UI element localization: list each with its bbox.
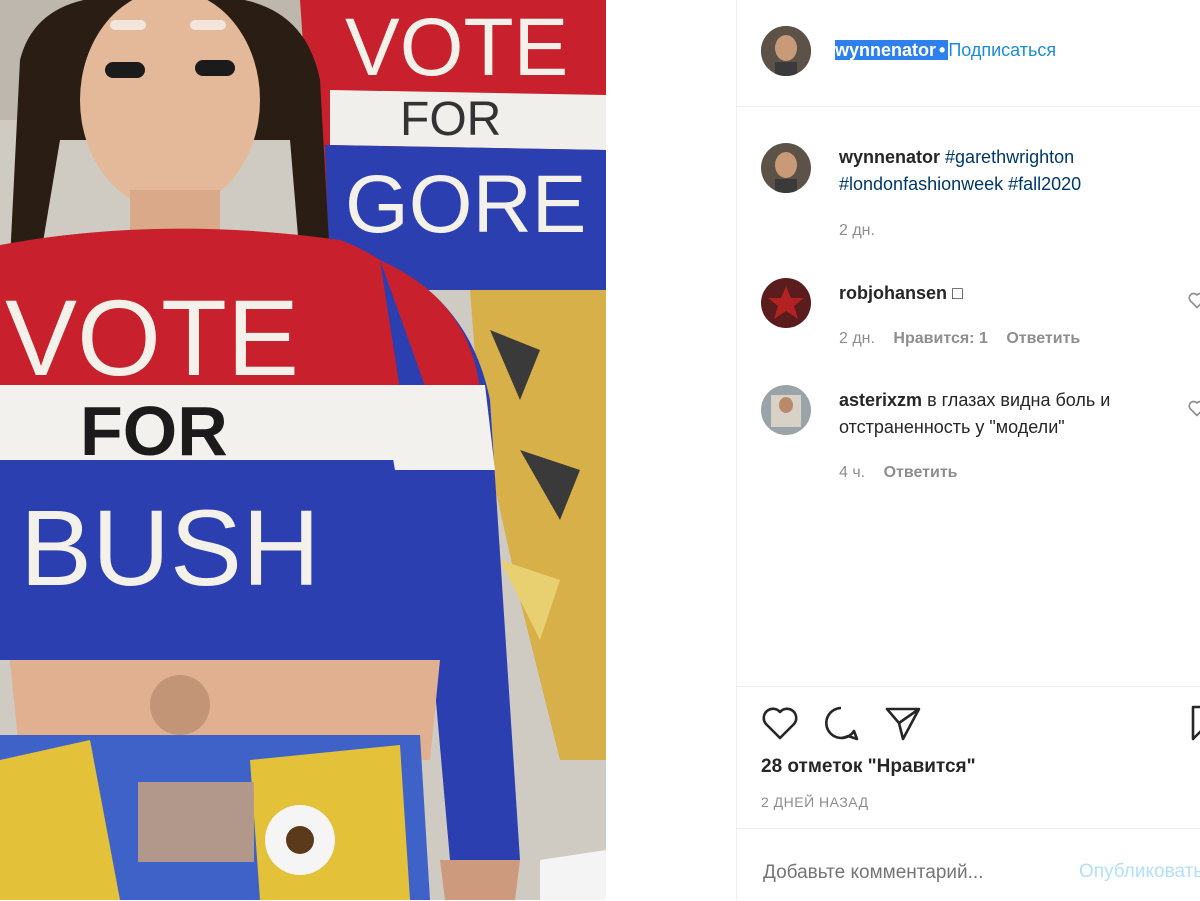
header-separator: • bbox=[936, 40, 949, 60]
back-sweater-line3: GORE bbox=[345, 159, 586, 250]
comment-time[interactable]: 4 ч. bbox=[839, 464, 865, 481]
front-sweater-line3: BUSH bbox=[20, 487, 320, 608]
heart-icon[interactable] bbox=[761, 705, 799, 741]
post-side-panel: wynnenator • Подписаться wynnenator #garet… bbox=[736, 0, 1200, 900]
comment-username[interactable]: robjohansen bbox=[839, 283, 947, 303]
caption-text-block: wynnenator #garethwrighton #londonfashio… bbox=[839, 144, 1169, 198]
add-comment-bar: Опубликовать bbox=[737, 828, 1200, 901]
comment-meta: 4 ч. Ответить bbox=[839, 464, 972, 482]
comment-avatar-image bbox=[761, 385, 811, 435]
header-username-row: wynnenator • Подписаться bbox=[835, 40, 1056, 61]
comment-reply-button[interactable]: Ответить bbox=[1006, 330, 1080, 347]
comment-body: □ bbox=[952, 283, 963, 303]
back-sweater-line1: VOTE bbox=[345, 2, 568, 93]
back-sweater-line2: FOR bbox=[400, 93, 501, 146]
follow-button[interactable]: Подписаться bbox=[948, 40, 1056, 60]
author-avatar-image bbox=[761, 26, 811, 76]
post-photo[interactable]: VOTE FOR GORE VOTE FOR BUSH bbox=[0, 0, 606, 900]
post-divider-space bbox=[606, 0, 736, 900]
front-sweater-line2: FOR bbox=[80, 392, 228, 470]
post-header: wynnenator • Подписаться bbox=[737, 0, 1200, 107]
caption-username[interactable]: wynnenator bbox=[839, 147, 940, 167]
comment-avatar-image bbox=[761, 278, 811, 328]
comment-username[interactable]: asterixzm bbox=[839, 390, 922, 410]
comment-icon[interactable] bbox=[821, 703, 861, 743]
caption-avatar[interactable] bbox=[761, 143, 811, 193]
author-avatar[interactable] bbox=[761, 26, 811, 76]
comment-likes[interactable]: Нравится: 1 bbox=[893, 330, 987, 347]
post-comment-button[interactable]: Опубликовать bbox=[1079, 861, 1200, 883]
share-icon[interactable] bbox=[883, 703, 923, 743]
comment-text-block: asterixzm в глазах видна боль и отстране… bbox=[839, 387, 1169, 441]
comment-reply-button[interactable]: Ответить bbox=[884, 464, 958, 481]
comment-input[interactable] bbox=[761, 861, 1065, 885]
caption-meta: 2 дн. bbox=[839, 222, 889, 240]
likes-count[interactable]: 28 отметок "Нравится" bbox=[761, 756, 976, 778]
front-sweater-line1: VOTE bbox=[5, 277, 299, 398]
comment-meta: 2 дн. Нравится: 1 Ответить bbox=[839, 330, 1094, 348]
header-username[interactable]: wynnenator bbox=[835, 40, 937, 60]
post-photo-art: VOTE FOR GORE VOTE FOR BUSH bbox=[0, 0, 606, 900]
comment-like-icon[interactable] bbox=[1187, 398, 1200, 418]
comment-text-block: robjohansen □ bbox=[839, 280, 1169, 307]
comment-avatar[interactable] bbox=[761, 278, 811, 328]
comment-time[interactable]: 2 дн. bbox=[839, 330, 875, 347]
caption-avatar-image bbox=[761, 143, 811, 193]
caption-time[interactable]: 2 дн. bbox=[839, 222, 875, 239]
bookmark-icon[interactable] bbox=[1189, 703, 1200, 743]
comment-avatar[interactable] bbox=[761, 385, 811, 435]
comment-like-icon[interactable] bbox=[1187, 290, 1200, 310]
post-date[interactable]: 2 ДНЕЙ НАЗАД bbox=[761, 794, 869, 810]
